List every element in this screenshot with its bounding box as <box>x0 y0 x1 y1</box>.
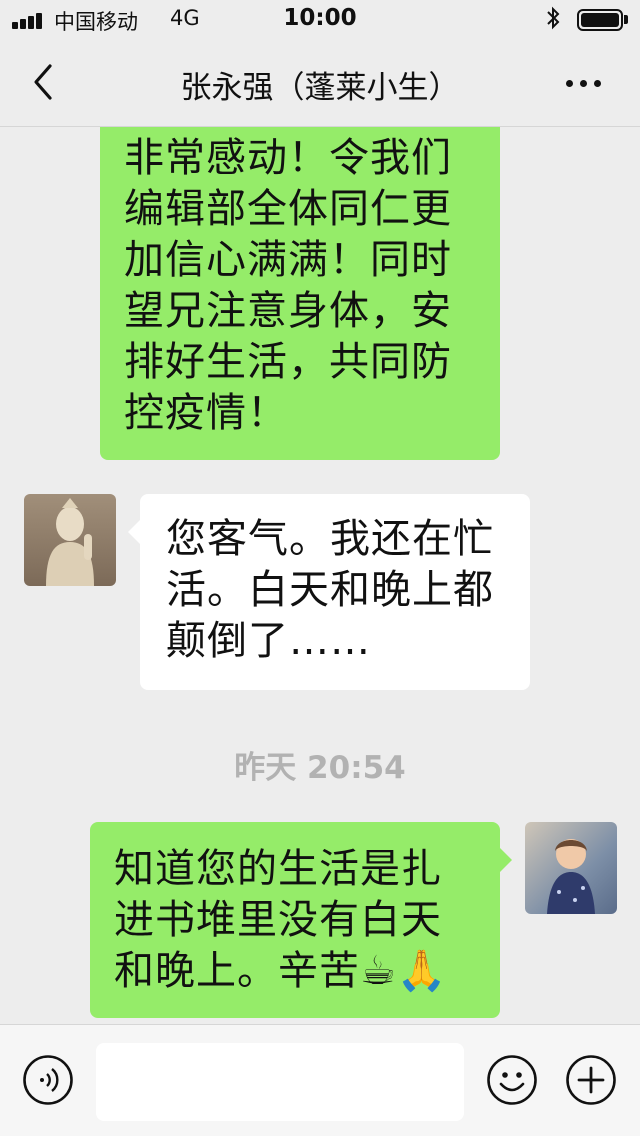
more-dots-icon <box>566 80 573 87</box>
status-time: 10:00 <box>283 5 357 31</box>
message-bubble-self[interactable]: 非常感动！令我们 编辑部全体同仁更 加信心满满！同时 望兄注意身体，安 排好生活… <box>100 127 500 460</box>
message-timestamp: 昨天 20:54 <box>234 750 406 786</box>
child-avatar-image <box>547 839 595 914</box>
voice-button[interactable] <box>22 1054 74 1106</box>
message-input[interactable] <box>96 1043 464 1121</box>
message-line: 非常感动！令我们 <box>124 135 452 181</box>
statue-avatar-image <box>46 498 94 586</box>
message-line: 加信心满满！同时 <box>124 237 452 283</box>
message-line: 知道您的生活是扎 <box>114 846 442 892</box>
message-line: 您客气。我还在忙 <box>166 516 494 562</box>
message-line: 活。白天和晚上都 <box>166 567 494 613</box>
status-bar: 中国移动 4G 10:00 <box>0 0 640 40</box>
chat-title: 张永强（蓬莱小生） <box>180 70 460 106</box>
message-line: 和晚上。辛苦☕🙏 <box>114 948 448 994</box>
message-line: 颠倒了…… <box>166 618 371 664</box>
contact-avatar[interactable] <box>24 494 116 586</box>
battery-icon <box>577 9 623 31</box>
self-avatar[interactable] <box>525 822 617 914</box>
message-line: 控疫情！ <box>124 390 288 436</box>
plus-icon <box>566 1055 616 1105</box>
message-bubble-contact[interactable]: 您客气。我还在忙 活。白天和晚上都 颠倒了…… <box>128 494 530 690</box>
voice-icon <box>23 1055 73 1105</box>
chat-area[interactable]: 非常感动！令我们 编辑部全体同仁更 加信心满满！同时 望兄注意身体，安 排好生活… <box>0 127 640 1024</box>
message-line: 进书堆里没有白天 <box>114 897 442 943</box>
plus-button[interactable] <box>565 1054 617 1106</box>
message-line: 排好生活，共同防 <box>124 339 452 385</box>
input-bar <box>0 1024 640 1136</box>
chat-header: 张永强（蓬莱小生） <box>0 40 640 127</box>
battery-tip <box>624 15 628 24</box>
more-button[interactable] <box>558 66 608 100</box>
emoji-icon <box>487 1055 537 1105</box>
emoji-button[interactable] <box>486 1054 538 1106</box>
message-bubble-self[interactable]: 知道您的生活是扎 进书堆里没有白天 和晚上。辛苦☕🙏 <box>90 822 512 1018</box>
message-line: 编辑部全体同仁更 <box>124 186 452 232</box>
message-line: 望兄注意身体，安 <box>124 288 452 334</box>
bluetooth-icon <box>546 6 560 35</box>
